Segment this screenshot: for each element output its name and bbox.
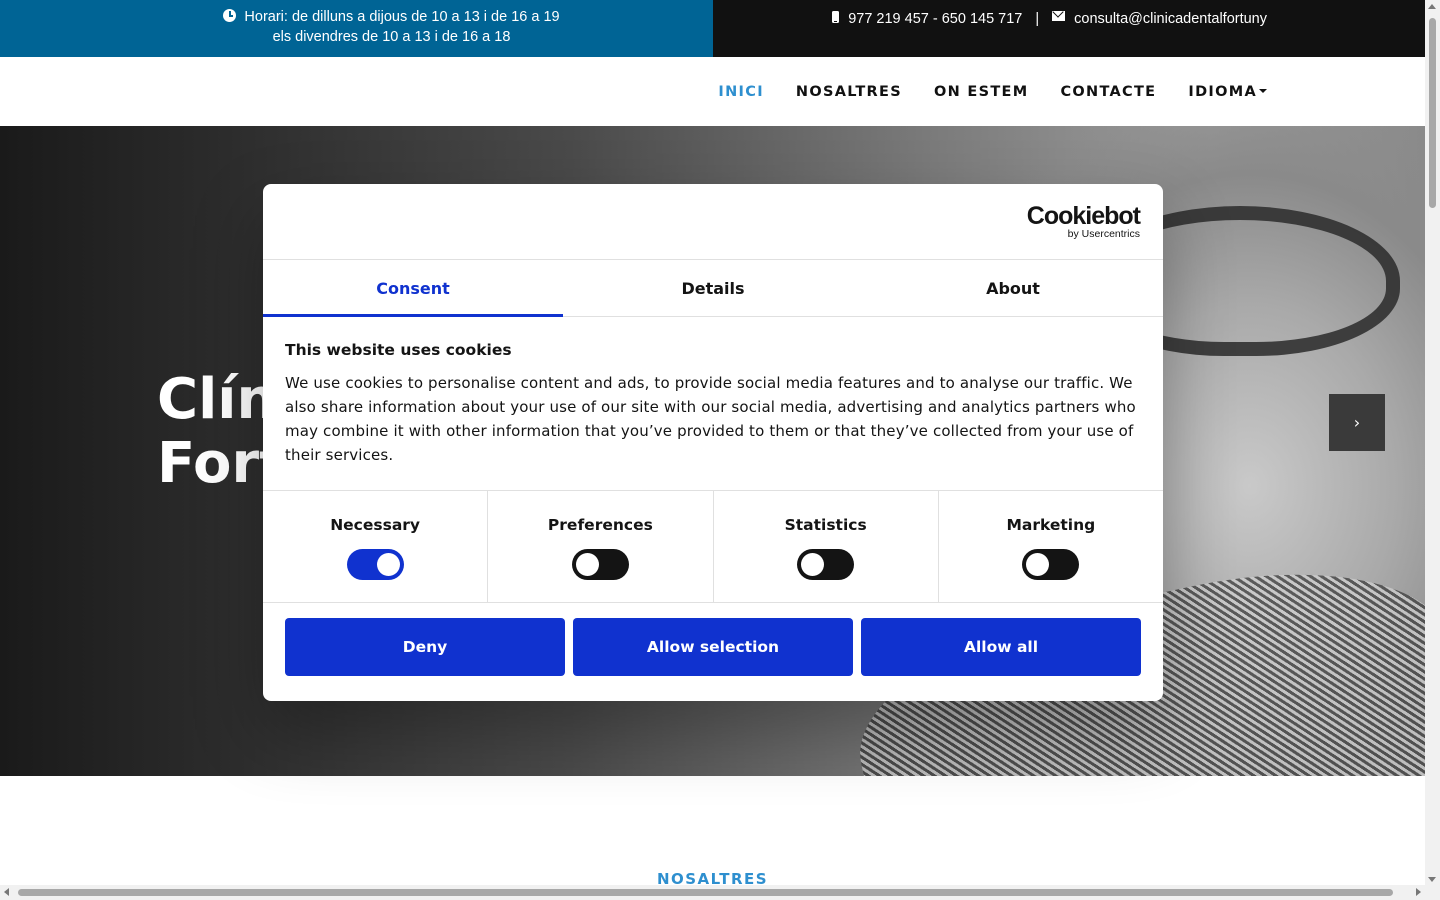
cookie-dialog-title: This website uses cookies: [285, 341, 512, 359]
deny-button[interactable]: Deny: [285, 618, 565, 676]
clock-icon: [223, 9, 237, 22]
toggle-knob: [1026, 553, 1050, 576]
allow-selection-button[interactable]: Allow selection: [573, 618, 853, 676]
nav-item-idioma-label: IDIOMA: [1188, 83, 1257, 100]
main-navbar: INICI NOSALTRES ON ESTEM CONTACTE IDIOMA: [0, 57, 1425, 126]
statistics-toggle[interactable]: [797, 549, 855, 580]
toggle-knob: [575, 553, 599, 576]
hours-line-1: Horari: de dilluns a dijous de 10 a 13 i…: [244, 9, 560, 25]
category-statistics: Statistics: [714, 491, 939, 602]
scroll-down-arrow-icon[interactable]: [1428, 877, 1436, 882]
hours-line-2: els divendres de 10 a 13 i de 16 a 18: [272, 29, 511, 45]
scroll-left-arrow-icon[interactable]: [4, 888, 9, 896]
cookiebot-logo-text: Cookiebot: [1026, 202, 1141, 230]
vertical-scrollbar[interactable]: [1425, 0, 1440, 900]
category-preferences: Preferences: [488, 491, 714, 602]
cookie-category-toggles: Necessary Preferences Statistics Marketi…: [263, 490, 1163, 603]
nav-item-contacte[interactable]: CONTACTE: [1060, 84, 1156, 100]
cookie-tabs: Consent Details About: [263, 260, 1163, 317]
envelope-icon: [1052, 11, 1066, 21]
contact-separator: |: [1035, 11, 1040, 27]
cookiebot-logo[interactable]: Cookiebot by Usercentrics: [1026, 202, 1141, 241]
marketing-toggle[interactable]: [1022, 549, 1080, 580]
nav-item-nosaltres[interactable]: NOSALTRES: [796, 84, 902, 100]
allow-all-button[interactable]: Allow all: [861, 618, 1141, 676]
vertical-scroll-thumb[interactable]: [1429, 18, 1436, 208]
scroll-up-arrow-icon[interactable]: [1428, 4, 1436, 9]
cookie-consent-dialog: Cookiebot by Usercentrics Consent Detail…: [263, 184, 1163, 701]
category-necessary: Necessary: [263, 491, 489, 602]
tab-details[interactable]: Details: [563, 260, 863, 316]
nav-item-on-estem[interactable]: ON ESTEM: [934, 84, 1028, 100]
chevron-right-icon: ›: [1353, 413, 1361, 432]
tab-about[interactable]: About: [863, 260, 1163, 316]
tab-consent[interactable]: Consent: [263, 260, 563, 317]
necessary-toggle[interactable]: [346, 549, 404, 580]
main-nav: INICI NOSALTRES ON ESTEM CONTACTE IDIOMA: [718, 57, 1267, 126]
horizontal-scroll-thumb[interactable]: [18, 889, 1393, 896]
contact-info: 977 219 457 - 650 145 717 | consulta@cli…: [713, 0, 1425, 57]
marketing-label: Marketing: [1006, 516, 1096, 534]
nav-item-idioma[interactable]: IDIOMA: [1188, 84, 1267, 100]
cookie-buttons: Deny Allow selection Allow all: [263, 603, 1163, 691]
top-info-bar: Horari: de dilluns a dijous de 10 a 13 i…: [0, 0, 1425, 57]
opening-hours-text: Horari: de dilluns a dijous de 10 a 13 i…: [223, 7, 560, 47]
cookie-dialog-body: This website uses cookies We use cookies…: [263, 317, 1163, 490]
caret-down-icon: [1259, 88, 1267, 93]
cookie-dialog-header: Cookiebot by Usercentrics: [263, 184, 1163, 260]
slider-next-button[interactable]: ›: [1329, 394, 1385, 451]
category-marketing: Marketing: [939, 491, 1163, 602]
phone-numbers[interactable]: 977 219 457 - 650 145 717: [848, 11, 1022, 27]
horizontal-scrollbar[interactable]: [0, 885, 1425, 900]
scroll-right-arrow-icon[interactable]: [1416, 888, 1421, 896]
preferences-toggle[interactable]: [571, 549, 629, 580]
toggle-knob: [801, 553, 825, 576]
opening-hours: Horari: de dilluns a dijous de 10 a 13 i…: [0, 0, 713, 57]
preferences-label: Preferences: [547, 516, 653, 534]
email-link[interactable]: consulta@clinicadentalfortuny: [1074, 11, 1267, 27]
mobile-phone-icon: [832, 11, 840, 23]
toggle-knob: [376, 553, 400, 576]
cookie-dialog-text: We use cookies to personalise content an…: [285, 374, 1136, 464]
nav-item-inici[interactable]: INICI: [718, 84, 763, 100]
statistics-label: Statistics: [784, 516, 867, 534]
necessary-label: Necessary: [330, 516, 421, 534]
